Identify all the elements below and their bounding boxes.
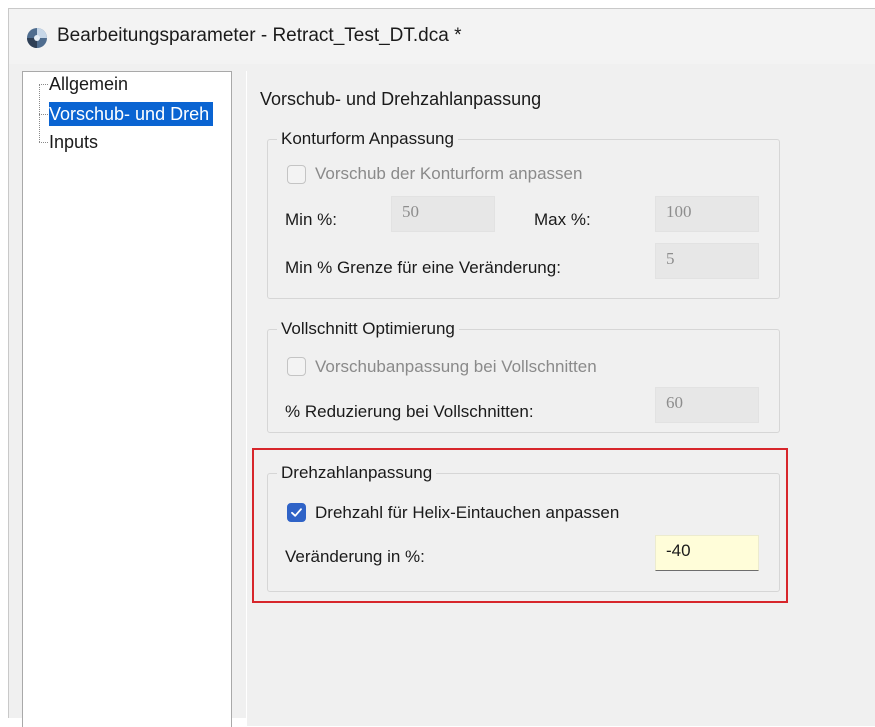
checkbox-konturform[interactable] (287, 165, 306, 184)
group-label-drehzahl: Drehzahlanpassung (277, 461, 437, 485)
group-konturform: Konturform Anpassung Vorschub der Kontur… (267, 127, 780, 299)
max-percent-field[interactable]: 100 (655, 196, 759, 232)
group-vollschnitt: Vollschnitt Optimierung Vorschubanpassun… (267, 317, 780, 433)
tree-item-vorschub-drehzahl[interactable]: Vorschub- und Dreh (49, 102, 214, 126)
checkbox-label-vollschnitt: Vorschubanpassung bei Vollschnitten (315, 357, 597, 376)
tree-item-inputs[interactable]: Inputs (49, 130, 98, 154)
title-bar: Bearbeitungsparameter - Retract_Test_DT.… (9, 9, 875, 64)
dialog-window: Bearbeitungsparameter - Retract_Test_DT.… (8, 8, 875, 727)
group-drehzahl: Drehzahlanpassung Drehzahl für Helix-Ein… (267, 461, 780, 592)
max-percent-label: Max %: (534, 210, 591, 229)
checkbox-vollschnitt[interactable] (287, 357, 306, 376)
limit-field[interactable]: 5 (655, 243, 759, 279)
reduction-field[interactable]: 60 (655, 387, 759, 423)
tree-item-allgemein[interactable]: Allgemein (49, 72, 128, 96)
app-icon (27, 28, 47, 48)
group-label-vollschnitt: Vollschnitt Optimierung (277, 317, 459, 341)
checkbox-label-drehzahl: Drehzahl für Helix-Eintauchen anpassen (315, 503, 620, 522)
min-percent-label: Min %: (285, 210, 337, 229)
tree-connector (39, 142, 48, 143)
page-title: Vorschub- und Drehzahlanpassung (260, 89, 542, 109)
min-percent-field[interactable]: 50 (391, 196, 495, 232)
window-title: Bearbeitungsparameter - Retract_Test_DT.… (57, 25, 462, 46)
settings-panel: Vorschub- und Drehzahlanpassung Konturfo… (246, 71, 875, 726)
reduction-label: % Reduzierung bei Vollschnitten: (285, 402, 534, 421)
checkmark-icon (291, 508, 302, 517)
group-label-konturform: Konturform Anpassung (277, 127, 458, 151)
tree-connector (39, 84, 40, 142)
checkbox-drehzahl[interactable] (287, 503, 306, 522)
tree-connector (39, 114, 48, 115)
tree-connector (39, 84, 48, 85)
change-percent-field[interactable]: -40 (655, 535, 759, 571)
navigation-tree[interactable]: Allgemein Vorschub- und Dreh Inputs (22, 71, 232, 727)
checkbox-label-konturform: Vorschub der Konturform anpassen (315, 164, 583, 183)
limit-label: Min % Grenze für eine Veränderung: (285, 258, 561, 277)
change-percent-label: Veränderung in %: (285, 547, 425, 566)
